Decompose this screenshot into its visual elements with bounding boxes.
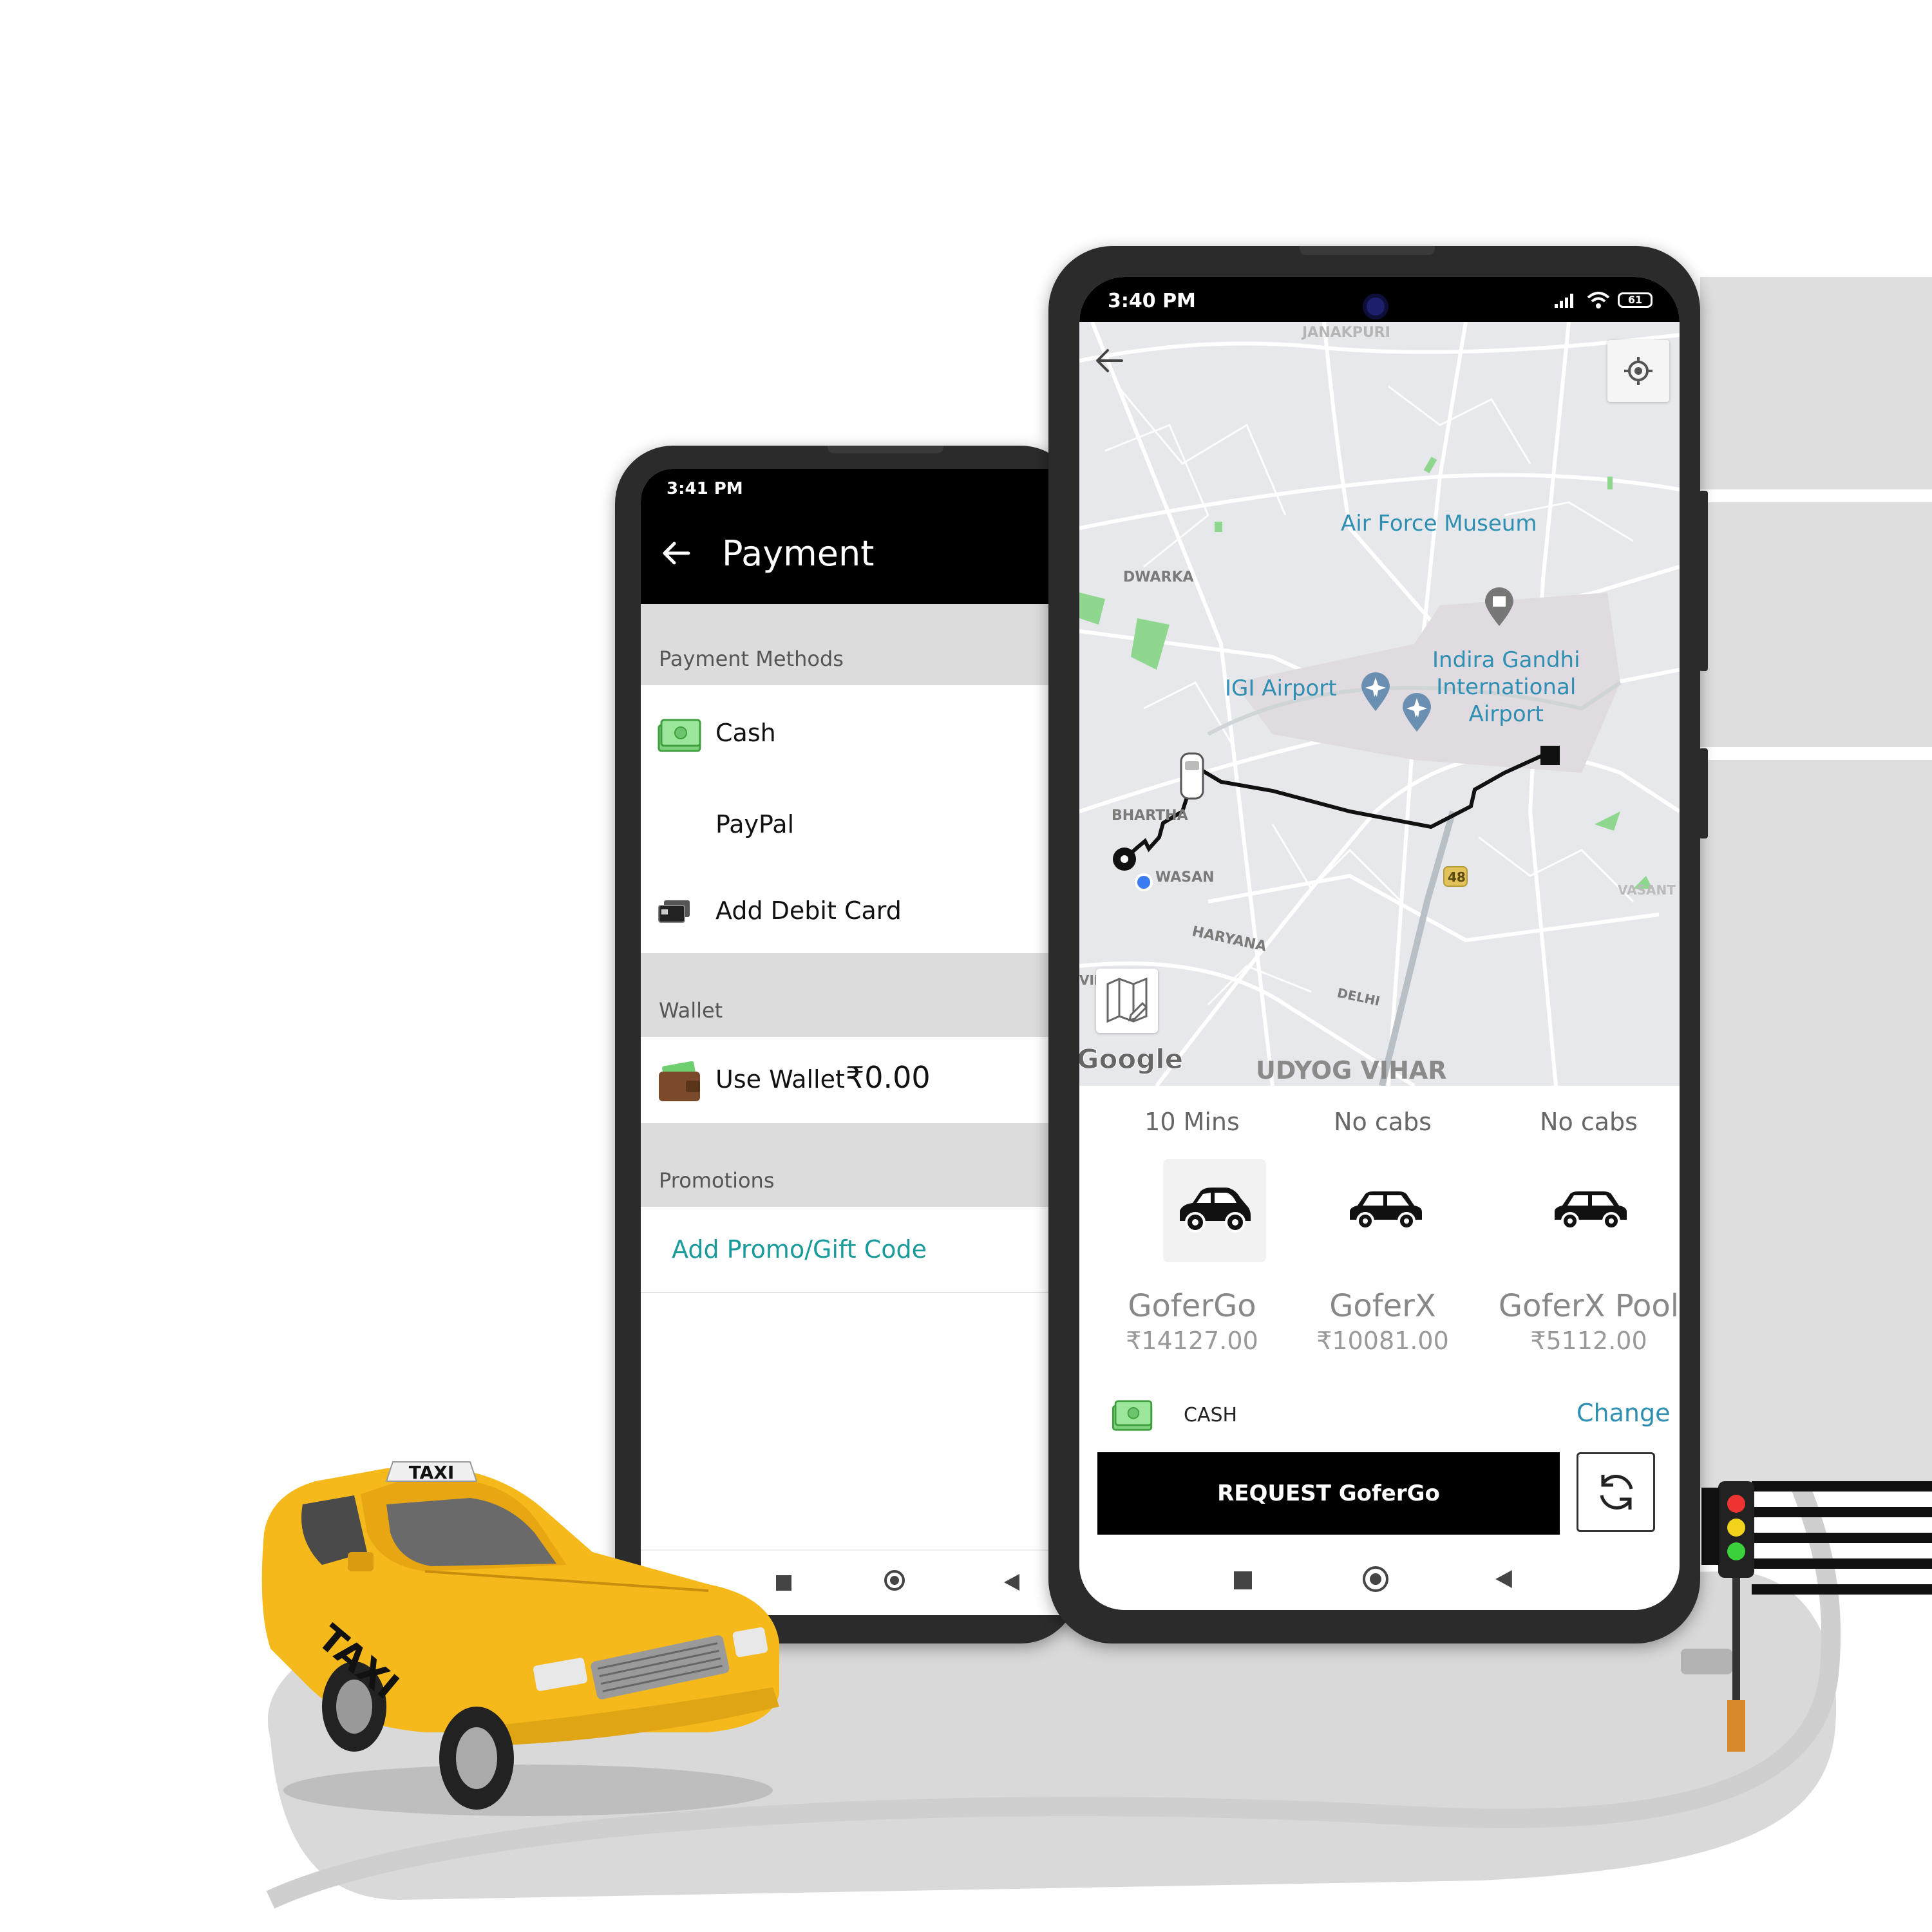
wifi-icon [1587,292,1610,308]
destination-marker [1540,746,1560,765]
museum-pin-icon [1485,587,1513,626]
airplane-pin-icon [1361,672,1390,711]
map-label-dwarka: DWARKA [1123,569,1194,585]
crosshair-icon [1624,357,1653,385]
credit-card-icon [658,900,690,923]
app-bar: Payment [641,507,1079,604]
ride-phone: 3:40 PM 61 JANAKPURI DWARKA BHARTHA WASA… [1048,246,1708,1643]
refresh-icon [1600,1475,1633,1510]
sedan-car-icon [1350,1191,1422,1230]
nav-back-icon[interactable] [1003,1573,1021,1592]
section-promotions: Promotions [641,1123,1079,1207]
selected-payment-label: CASH [1184,1404,1238,1426]
poi-air-force-museum[interactable]: Air Force Museum [1341,510,1537,537]
android-nav-bar [1079,1548,1680,1610]
back-arrow-icon[interactable] [660,537,692,569]
map-label-udyog-vihar: UDYOG VIHAR [1256,1056,1447,1084]
section-payment-methods: Payment Methods [641,604,1079,685]
page-title: Payment [722,533,875,574]
refresh-button[interactable] [1577,1452,1655,1532]
request-ride-button[interactable]: REQUEST GoferGo [1097,1452,1560,1535]
payment-method-add-debit-card[interactable]: Add Debit Card [641,867,1079,953]
cab-name-goferx-pool: GoferX Pool [1498,1288,1680,1324]
status-time: 3:40 PM [1108,290,1196,312]
map-label-janakpuri: JANAKPURI [1302,325,1390,341]
status-bar: 3:41 PM [641,469,1079,507]
cab-eta-goferx: No cabs [1334,1108,1432,1136]
phone-notch [828,446,943,453]
change-payment-link[interactable]: Change [1577,1399,1671,1427]
side-button [1699,491,1708,671]
cab-eta-gofergo: 10 Mins [1144,1108,1240,1136]
wallet-balance: ₹0.00 [846,1060,931,1095]
small-car-icon [1180,1188,1251,1233]
map-edit-icon [1106,978,1148,1023]
promo-row: Add Promo/Gift Code [641,1207,1079,1293]
add-promo-code-link[interactable]: Add Promo/Gift Code [672,1235,927,1264]
map-label-bharthal: BHARTHA [1112,808,1188,824]
cab-price-goferx: ₹10081.00 [1316,1327,1449,1355]
ride-screen: 3:40 PM 61 JANAKPURI DWARKA BHARTHA WASA… [1079,277,1680,1610]
home-icon[interactable] [1363,1566,1388,1592]
cab-price-gofergo: ₹14127.00 [1126,1327,1258,1355]
status-time: 3:41 PM [667,479,743,498]
route-map[interactable]: JANAKPURI DWARKA BHARTHA WASAN HARYANA D… [1079,322,1680,1086]
google-logo: Google [1079,1043,1184,1075]
side-button [1699,748,1708,838]
cash-label: Cash [715,719,776,747]
front-camera [1363,294,1388,319]
cab-name-goferx: GoferX [1329,1288,1436,1324]
map-label-vasant: VASANT [1618,882,1676,898]
back-arrow-icon[interactable] [1095,348,1124,374]
current-location-dot [1135,873,1153,891]
battery-level: 61 [1627,294,1643,306]
map-type-button[interactable] [1096,969,1158,1033]
payment-screen: 3:41 PM Payment Payment Methods Cash Pay… [641,469,1079,1615]
car-marker [1180,752,1204,800]
cab-price-goferx-pool: ₹5112.00 [1530,1327,1647,1355]
nav-back-icon[interactable] [1494,1569,1513,1589]
cab-name-gofergo: GoferGo [1128,1288,1256,1324]
taxi-roof-sign: TAXI [409,1462,455,1483]
airplane-pin-icon [1403,693,1431,732]
debit-card-label: Add Debit Card [715,896,902,925]
cash-icon [1112,1400,1153,1431]
payment-method-cash[interactable]: Cash [641,685,1079,783]
signal-icon [1555,294,1573,308]
cab-eta-goferx-pool: No cabs [1540,1108,1638,1136]
section-wallet: Wallet [641,953,1079,1037]
taxi-illustration: TAXI TAXI [261,1461,780,1816]
recent-apps-icon[interactable] [1234,1571,1252,1589]
battery-icon: 61 [1618,292,1653,308]
phone-notch [1300,246,1435,255]
use-wallet-label: Use Wallet [715,1065,845,1094]
my-location-button[interactable] [1607,340,1669,402]
paypal-label: PayPal [715,810,795,838]
home-icon[interactable] [884,1570,905,1591]
poi-indira-gandhi-airport[interactable]: Indira Gandhi International Airport [1432,647,1580,728]
cash-icon [658,719,701,752]
sedan-car-icon [1555,1191,1627,1230]
wallet-row[interactable]: Use Wallet ₹0.00 [641,1037,1079,1123]
highway-number: 48 [1448,869,1466,885]
poi-igi-airport[interactable]: IGI Airport [1225,675,1337,702]
crosswalk [1752,1481,1932,1595]
payment-method-paypal[interactable]: PayPal [641,782,1079,868]
wallet-icon [659,1061,700,1101]
map-label-bijwasan: WASAN [1155,869,1215,886]
